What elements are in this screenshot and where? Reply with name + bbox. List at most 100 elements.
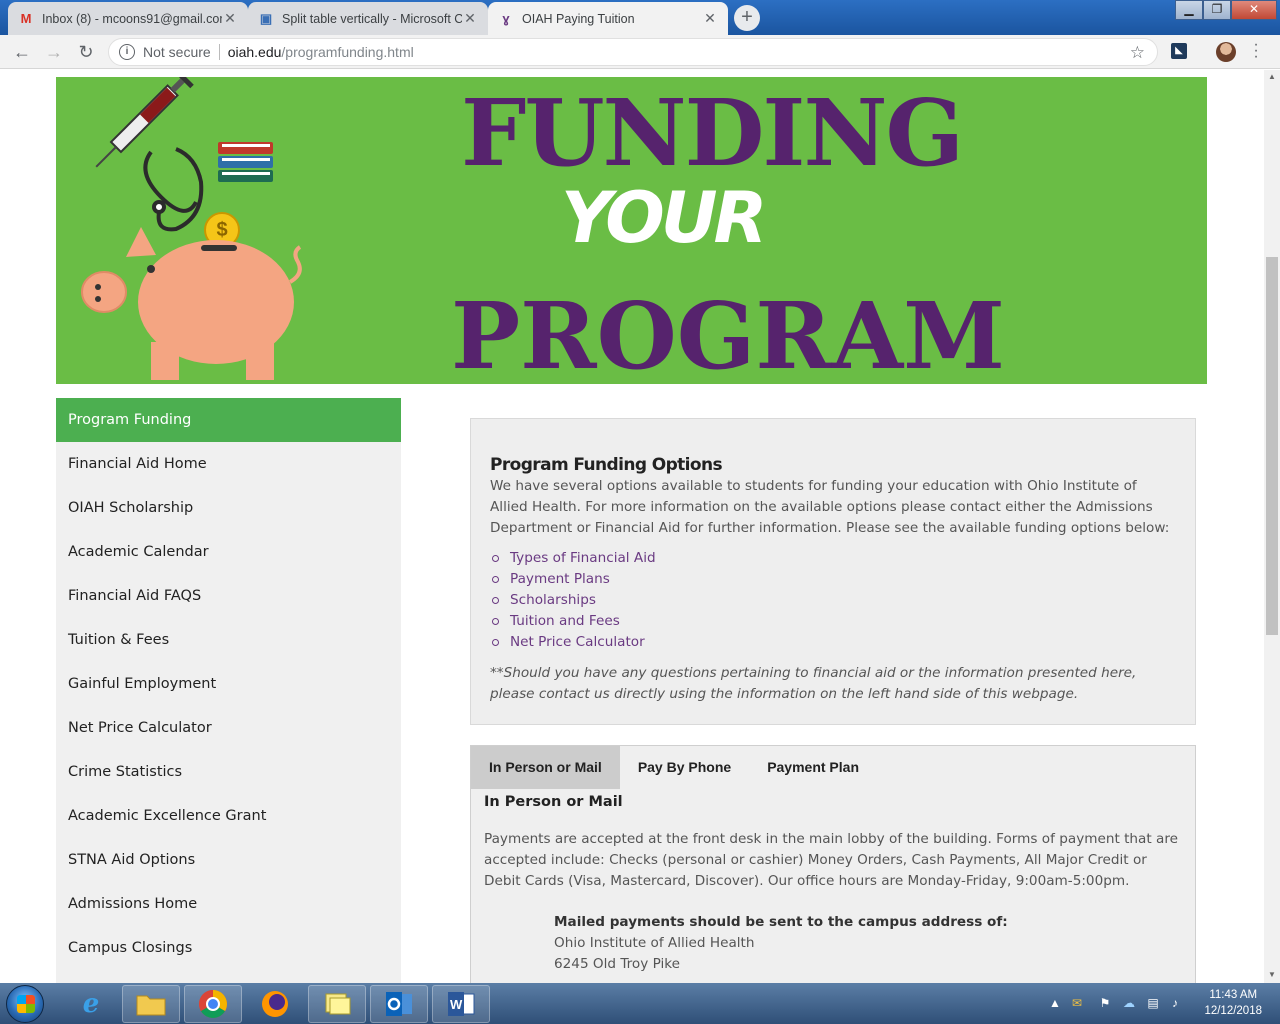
sticky-notes-icon[interactable] xyxy=(308,985,366,1023)
network-icon[interactable]: ▤ xyxy=(1146,996,1160,1010)
banner-title-line1: FUNDING xyxy=(461,79,964,187)
folder-icon xyxy=(136,995,166,1016)
browser-tab-strip: M Inbox (8) - mcoons91@gmail.com ✕ ▣ Spl… xyxy=(0,0,1280,35)
syringe-icon xyxy=(95,77,194,168)
funding-options-heading: Program Funding Options xyxy=(490,455,723,475)
extension-icon[interactable]: ◣ xyxy=(1171,43,1187,59)
tab-title: OIAH Paying Tuition xyxy=(522,11,635,26)
banner-title-line3: PROGRAM xyxy=(451,282,1006,384)
address-line-2: 6245 Old Troy Pike xyxy=(554,956,681,972)
mailing-address-block: Mailed payments should be sent to the ca… xyxy=(554,912,1195,975)
system-clock[interactable]: 11:43 AM 12/12/2018 xyxy=(1204,987,1262,1019)
browser-toolbar: ← → ↻ i Not secure oiah.edu/programfundi… xyxy=(0,35,1280,69)
payment-section-heading: In Person or Mail xyxy=(484,794,623,810)
sidebar-item-oiah-scholarship[interactable]: OIAH Scholarship xyxy=(56,486,401,530)
gmail-icon: M xyxy=(20,11,32,26)
onedrive-cloud-icon[interactable]: ☁ xyxy=(1122,996,1136,1010)
address-line-1: Ohio Institute of Allied Health xyxy=(554,935,755,951)
close-tab-icon[interactable]: ✕ xyxy=(462,10,478,27)
payment-methods-tabs: In Person or Mail Pay By Phone Payment P… xyxy=(470,745,1196,983)
sidebar-item-gainful-employment[interactable]: Gainful Employment xyxy=(56,662,401,706)
sidebar-item-net-price-calculator[interactable]: Net Price Calculator xyxy=(56,706,401,750)
windows-logo-icon xyxy=(17,995,35,1013)
show-hidden-icons-icon[interactable]: ▲ xyxy=(1048,996,1062,1010)
clock-time: 11:43 AM xyxy=(1209,989,1258,1001)
funding-intro-text: We have several options available to stu… xyxy=(490,478,1170,536)
link-types-of-financial-aid[interactable]: Types of Financial Aid xyxy=(490,548,1176,569)
forward-arrow-icon[interactable]: → xyxy=(42,40,66,64)
mail-notification-icon[interactable]: ✉ xyxy=(1070,996,1084,1010)
internet-explorer-icon[interactable]: e xyxy=(62,985,120,1023)
page-viewport: FUNDING YOUR PROGRAM $ Program Funding F… xyxy=(0,70,1264,983)
banner-title-line2: YOUR xyxy=(561,177,767,259)
windows-taskbar: e W ▲ ✉ ⚑ ☁ ▤ ♪ 11:43 AM 12/12/2018 xyxy=(0,983,1280,1024)
start-button[interactable] xyxy=(6,985,44,1023)
action-center-flag-icon[interactable]: ⚑ xyxy=(1098,996,1112,1010)
oiah-icon: ɣ xyxy=(502,11,510,26)
funding-options-panel: Program Funding Options We have several … xyxy=(470,418,1196,725)
tab-in-person-or-mail[interactable]: In Person or Mail xyxy=(471,746,620,789)
funding-contact-note: **Should you have any questions pertaini… xyxy=(490,665,1137,702)
link-payment-plans[interactable]: Payment Plans xyxy=(490,569,1176,590)
divider xyxy=(218,44,220,60)
url-domain: oiah.edu xyxy=(227,44,282,60)
payment-description: Payments are accepted at the front desk … xyxy=(484,831,1179,889)
restore-window-button[interactable]: ❐ xyxy=(1203,0,1231,20)
piggy-bank-icon xyxy=(81,227,302,380)
tab-payment-plan[interactable]: Payment Plan xyxy=(749,746,877,789)
sidebar-item-tuition-fees[interactable]: Tuition & Fees xyxy=(56,618,401,662)
info-icon[interactable]: i xyxy=(119,44,135,60)
svg-text:W: W xyxy=(450,997,463,1012)
new-tab-button[interactable]: + xyxy=(734,5,760,31)
browser-tab-microsoft[interactable]: ▣ Split table vertically - Microsoft C ✕ xyxy=(248,2,488,35)
word-logo-icon: W xyxy=(448,992,475,1016)
sidebar-item-program-funding[interactable]: Program Funding xyxy=(56,398,401,442)
word-icon[interactable]: W xyxy=(432,985,490,1023)
sidebar-item-crime-statistics[interactable]: Crime Statistics xyxy=(56,750,401,794)
sidebar-item-financial-aid-faqs[interactable]: Financial Aid FAQS xyxy=(56,574,401,618)
security-status[interactable]: Not secure xyxy=(143,44,211,60)
browser-menu-icon[interactable]: · · · xyxy=(1252,37,1260,65)
books-icon xyxy=(218,142,273,182)
tab-title: Split table vertically - Microsoft C xyxy=(282,11,462,26)
firefox-icon[interactable] xyxy=(246,985,304,1023)
scrollbar-thumb[interactable] xyxy=(1266,257,1278,635)
sidebar-item-stna-aid-options[interactable]: STNA Aid Options xyxy=(56,838,401,882)
scroll-up-arrow-icon[interactable]: ▲ xyxy=(1268,72,1276,81)
outlook-logo-icon xyxy=(386,992,412,1016)
browser-tab-gmail[interactable]: M Inbox (8) - mcoons91@gmail.com ✕ xyxy=(8,2,248,35)
minimize-window-button[interactable]: ▁ xyxy=(1175,0,1203,20)
sidebar-item-academic-excellence-grant[interactable]: Academic Excellence Grant xyxy=(56,794,401,838)
back-arrow-icon[interactable]: ← xyxy=(10,40,34,64)
tab-pay-by-phone[interactable]: Pay By Phone xyxy=(620,746,749,789)
link-scholarships[interactable]: Scholarships xyxy=(490,590,1176,611)
profile-avatar[interactable] xyxy=(1216,42,1236,62)
clock-date: 12/12/2018 xyxy=(1204,1005,1262,1017)
outlook-icon[interactable] xyxy=(370,985,428,1023)
bookmark-star-icon[interactable]: ☆ xyxy=(1130,43,1145,63)
link-net-price-calculator[interactable]: Net Price Calculator xyxy=(490,632,1176,653)
sidebar-item-financial-aid-home[interactable]: Financial Aid Home xyxy=(56,442,401,486)
sidebar-nav: Program Funding Financial Aid Home OIAH … xyxy=(56,398,401,983)
address-bar[interactable]: i Not secure oiah.edu/programfunding.htm… xyxy=(108,38,1158,66)
page-scrollbar[interactable]: ▲ ▼ xyxy=(1264,70,1280,983)
browser-tab-oiah[interactable]: ɣ OIAH Paying Tuition ✕ xyxy=(488,2,728,35)
system-tray: ▲ ✉ ⚑ ☁ ▤ ♪ 11:43 AM 12/12/2018 xyxy=(1040,983,1280,1024)
close-tab-icon[interactable]: ✕ xyxy=(702,10,718,27)
close-tab-icon[interactable]: ✕ xyxy=(222,10,238,27)
chrome-logo-icon xyxy=(199,990,227,1018)
tab-title: Inbox (8) - mcoons91@gmail.com xyxy=(42,11,222,26)
funding-banner: FUNDING YOUR PROGRAM $ xyxy=(56,77,1207,384)
url-path: /programfunding.html xyxy=(281,44,414,60)
sidebar-item-campus-closings[interactable]: Campus Closings xyxy=(56,926,401,970)
chrome-icon[interactable] xyxy=(184,985,242,1023)
volume-icon[interactable]: ♪ xyxy=(1168,996,1182,1010)
sidebar-item-admissions-home[interactable]: Admissions Home xyxy=(56,882,401,926)
stethoscope-icon xyxy=(143,147,204,232)
sidebar-item-academic-calendar[interactable]: Academic Calendar xyxy=(56,530,401,574)
reload-icon[interactable]: ↻ xyxy=(74,40,98,64)
file-explorer-icon[interactable] xyxy=(122,985,180,1023)
link-tuition-and-fees[interactable]: Tuition and Fees xyxy=(490,611,1176,632)
scroll-down-arrow-icon[interactable]: ▼ xyxy=(1268,970,1276,979)
close-window-button[interactable]: ✕ xyxy=(1231,0,1277,20)
